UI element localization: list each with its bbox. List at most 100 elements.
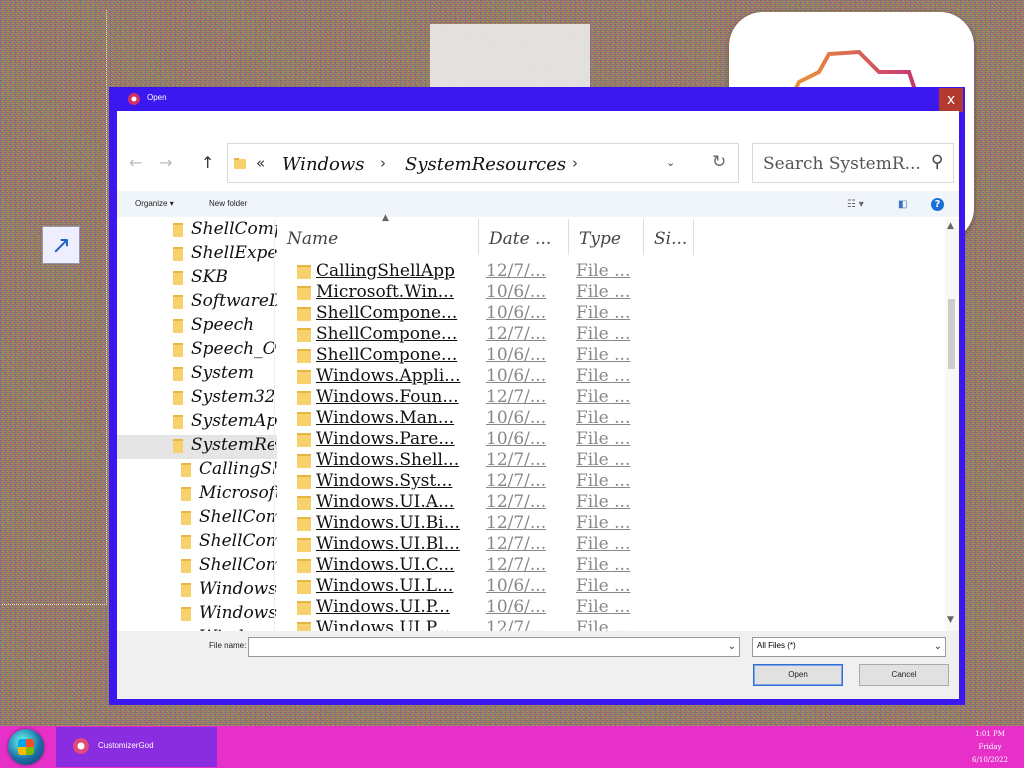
file-row[interactable]: Windows.UI.L... 10/6/... File ... [277, 576, 837, 597]
file-row[interactable]: Windows.UI.Bi... 12/7/... File ... [277, 513, 837, 534]
tree-item[interactable]: SoftwareDistribution [117, 291, 277, 315]
tree-item[interactable]: SystemResources [117, 435, 277, 459]
file-row[interactable]: Windows.Man... 10/6/... File ... [277, 408, 837, 429]
file-row[interactable]: Windows.Foun... 12/7/... File ... [277, 387, 837, 408]
scroll-up-icon[interactable]: ▲ [947, 221, 954, 231]
new-folder-button[interactable]: New folder [209, 199, 247, 208]
taskbar-app-label: CustomizerGod [98, 741, 154, 750]
tree-item[interactable]: Speech [117, 315, 277, 339]
file-date-cell: 10/6/... [486, 408, 547, 428]
file-row[interactable]: Windows.Syst... 12/7/... File ... [277, 471, 837, 492]
title-bar[interactable]: Open x [109, 87, 965, 112]
file-row[interactable]: Windows.UI.C... 12/7/... File ... [277, 555, 837, 576]
tree-item[interactable]: System [117, 363, 277, 387]
desktop-shortcut-icon[interactable]: ↗ [42, 226, 80, 264]
tree-item[interactable]: Windows [117, 603, 277, 627]
file-row[interactable]: Windows.Pare... 10/6/... File ... [277, 429, 837, 450]
file-name-cell: CallingShellApp [316, 261, 455, 281]
file-list-scrollbar[interactable]: ▲ ▼ [945, 219, 959, 631]
file-type-select[interactable]: All Files (*) ⌄ [752, 637, 946, 657]
file-row[interactable]: Windows.UI.Bl... 12/7/... File ... [277, 534, 837, 555]
search-icon[interactable]: ⚲ [931, 152, 943, 172]
tree-item[interactable]: SystemApps [117, 411, 277, 435]
folder-icon [297, 328, 311, 342]
open-button[interactable]: Open [753, 664, 843, 686]
file-row[interactable]: Windows.Appli... 10/6/... File ... [277, 366, 837, 387]
folder-icon [297, 391, 311, 405]
taskbar-customizergod[interactable]: CustomizerGod [56, 727, 217, 767]
clock-day: Friday [978, 743, 1002, 751]
scroll-down-icon[interactable]: ▼ [947, 615, 954, 625]
breadcrumb-windows[interactable]: Windows [282, 154, 365, 175]
file-row[interactable]: ShellCompone... 10/6/... File ... [277, 345, 837, 366]
chevron-down-icon[interactable]: ⌄ [934, 641, 942, 652]
tree-item[interactable]: ShellComponents [117, 531, 277, 555]
file-row[interactable]: Windows.UI.A... 12/7/... File ... [277, 492, 837, 513]
tree-item-label: CallingShellApp [199, 459, 277, 479]
chevron-right-icon[interactable]: › [380, 154, 386, 172]
file-row[interactable]: ShellCompone... 12/7/... File ... [277, 324, 837, 345]
folder-icon [297, 601, 311, 615]
folder-icon [297, 349, 311, 363]
tree-item-label: System [191, 363, 254, 383]
tree-item-label: Windows [199, 579, 277, 599]
file-type-cell: File ... [576, 492, 631, 512]
tree-item[interactable]: System32 [117, 387, 277, 411]
tree-item[interactable]: SKB [117, 267, 277, 291]
tree-item[interactable]: Microsoft.Windows [117, 483, 277, 507]
file-list[interactable]: CallingShellApp 12/7/... File ... Microsoft… [277, 261, 937, 631]
file-row[interactable]: Windows.UI.P... 12/7/... File ... [277, 618, 837, 631]
refresh-icon[interactable]: ↻ [712, 152, 726, 172]
close-button[interactable]: x [939, 88, 963, 112]
tree-item[interactable]: ShellComponents [117, 219, 277, 243]
file-type-cell: File ... [576, 345, 631, 365]
start-button[interactable] [8, 729, 44, 765]
folder-icon [181, 606, 191, 621]
chevron-right-icon[interactable]: › [572, 154, 578, 172]
file-row[interactable]: Windows.Shell... 12/7/... File ... [277, 450, 837, 471]
column-date[interactable]: Date ... [479, 219, 569, 255]
tree-item[interactable]: ShellExperiences [117, 243, 277, 267]
column-type[interactable]: Type [569, 219, 644, 255]
chevron-down-icon[interactable]: ⌄ [666, 156, 675, 169]
tree-item[interactable]: ShellComponents [117, 555, 277, 579]
file-name-input[interactable]: ⌄ [248, 637, 740, 657]
tree-item-label: ShellExperiences [191, 243, 277, 263]
cancel-button[interactable]: Cancel [859, 664, 949, 686]
file-date-cell: 12/7/... [486, 450, 547, 470]
pane-divider[interactable] [274, 219, 275, 631]
file-row[interactable]: Microsoft.Win... 10/6/... File ... [277, 282, 837, 303]
file-name-cell: Windows.UI.Bi... [316, 513, 460, 533]
breadcrumb-systemresources[interactable]: SystemResources [405, 154, 566, 175]
folder-icon [297, 559, 311, 573]
breadcrumb-overflow[interactable]: « [256, 154, 265, 172]
help-icon[interactable]: ? [931, 198, 944, 211]
clock-date: 6/10/2022 [972, 756, 1008, 764]
search-box[interactable]: Search SystemR... ⚲ [752, 143, 954, 183]
file-row[interactable]: Windows.UI.P... 10/6/... File ... [277, 597, 837, 618]
file-type-cell: File ... [576, 471, 631, 491]
column-name[interactable]: Name [277, 219, 479, 255]
file-type-cell: File ... [576, 366, 631, 386]
file-name-cell: Windows.Foun... [316, 387, 459, 407]
tree-item[interactable]: Speech_OneCore [117, 339, 277, 363]
tree-item[interactable]: CallingShellApp [117, 459, 277, 483]
system-clock[interactable]: 1:01 PM Friday 6/10/2022 [960, 728, 1020, 767]
file-type-cell: File ... [576, 429, 631, 449]
arrow-right-icon[interactable]: → [159, 153, 172, 172]
address-bar[interactable]: « Windows › SystemResources › ⌄ ↻ [227, 143, 739, 183]
navigation-tree[interactable]: ShellComponents ShellExperiences SKB Softwa… [117, 219, 277, 631]
column-size[interactable]: Si... [644, 219, 694, 255]
tree-item[interactable]: Windows [117, 579, 277, 603]
file-row[interactable]: ShellCompone... 10/6/... File ... [277, 303, 837, 324]
arrow-up-icon[interactable]: ↑ [201, 153, 214, 172]
tree-item[interactable]: ShellComponents [117, 507, 277, 531]
chevron-down-icon[interactable]: ⌄ [728, 641, 736, 652]
arrow-left-icon[interactable]: ← [129, 153, 142, 172]
view-options-icon[interactable]: ☷ ▾ [847, 199, 864, 210]
preview-pane-icon[interactable]: ◧ [898, 199, 907, 210]
organize-menu[interactable]: Organize ▾ [135, 199, 174, 208]
tree-item-label: System32 [191, 387, 276, 407]
file-row[interactable]: CallingShellApp 12/7/... File ... [277, 261, 837, 282]
scroll-thumb[interactable] [948, 299, 955, 369]
